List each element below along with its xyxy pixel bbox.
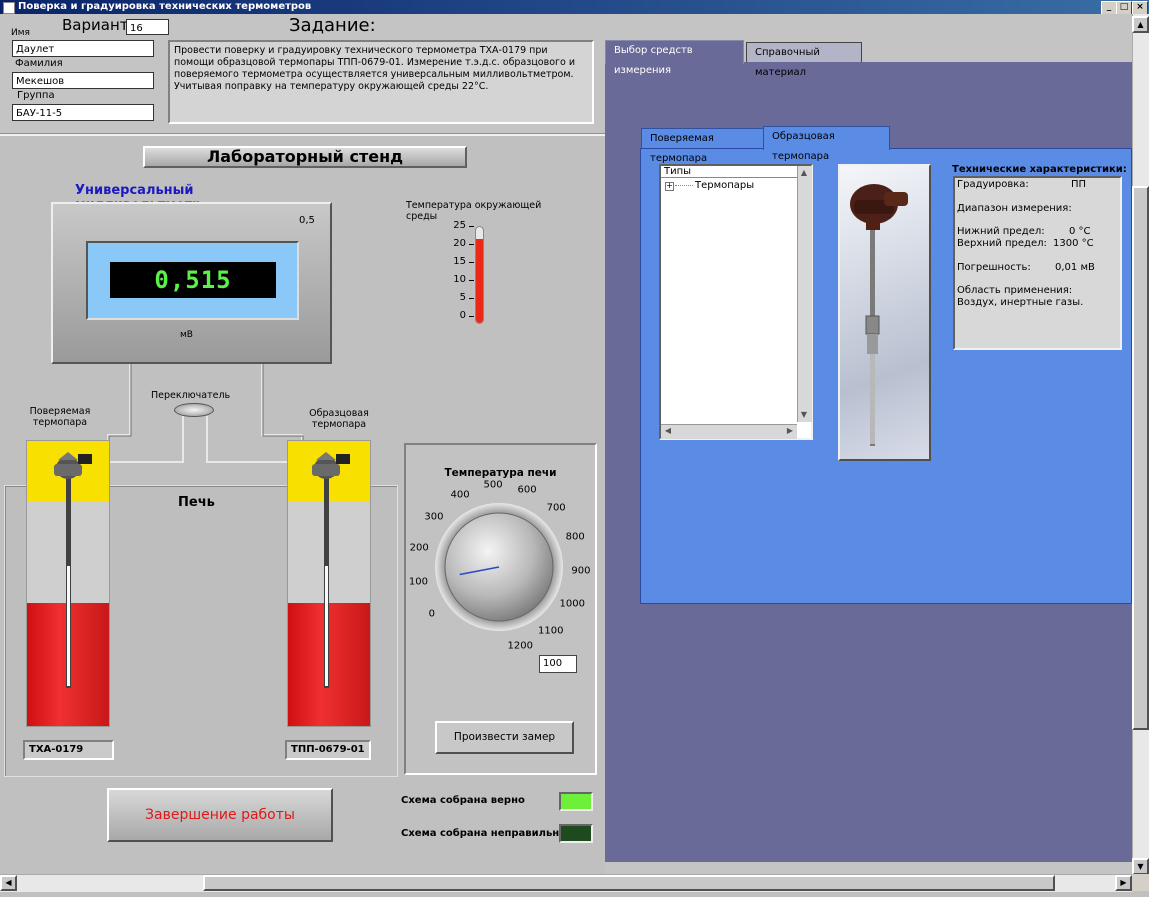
hscroll-left-icon[interactable]: ◀ [0, 875, 17, 891]
variant-label: Вариант [62, 16, 129, 34]
ambient-tick-label: 0 [459, 310, 466, 321]
right-tc-name: ТПП-0679-01 [285, 740, 371, 760]
dial-label: 900 [571, 565, 591, 577]
name-label: Имя [11, 28, 30, 38]
ambient-tick-mark [469, 244, 474, 245]
hscroll-thumb[interactable] [203, 875, 1055, 891]
grad-label: Градуировка: [957, 179, 1029, 190]
range-label: Диапазон измерения: [957, 203, 1072, 214]
group-input[interactable]: БАУ-11-5 [12, 104, 154, 121]
err-label: Схема собрана неправильно [401, 828, 567, 839]
finish-button[interactable]: Завершение работы [107, 788, 333, 842]
error-value: 0,01 мВ [1055, 262, 1095, 273]
ambient-label: Температура окружающей среды [406, 200, 542, 222]
dial-label: 400 [450, 489, 470, 501]
close-button[interactable]: × [1132, 1, 1148, 15]
dial-scale: 0 100 200 300 400 500 600 700 800 900 1000 1100 1200 [0, 0, 591, 652]
ambient-tick-label: 5 [459, 292, 466, 303]
ambient-tick-mark [469, 298, 474, 299]
task-text: Провести поверку и градуировку техническ… [168, 40, 594, 124]
app-icon [3, 2, 15, 14]
dial-label: 200 [409, 542, 429, 554]
dial-label: 600 [517, 484, 537, 496]
error-label: Погрешность: [957, 262, 1031, 273]
right-tc-label: Образцовая термопара [309, 408, 369, 430]
surname-label: Фамилия [15, 58, 63, 69]
ok-label: Схема собрана верно [401, 795, 525, 806]
vscroll-up-icon[interactable]: ▲ [1132, 16, 1149, 33]
tree-vscroll[interactable] [797, 166, 812, 422]
name-input[interactable]: Даулет [12, 40, 154, 57]
divider [0, 133, 605, 136]
tab-reference[interactable]: Справочный материал [746, 42, 862, 78]
vscroll-down-icon[interactable]: ▼ [1132, 858, 1149, 875]
tree-connector [675, 185, 693, 186]
ambient-tick-mark [469, 316, 474, 317]
tree-scroll-right-icon[interactable]: ▶ [783, 424, 797, 438]
switch-label: Переключатель [151, 390, 231, 401]
tree-hscroll[interactable] [661, 424, 797, 439]
ambient-tick-mark [469, 280, 474, 281]
lower-label: Нижний предел: [957, 226, 1045, 237]
upper-label: Верхний предел: [957, 238, 1047, 249]
dial-label: 1200 [507, 640, 533, 652]
ambient-tick-label: 25 [453, 220, 466, 231]
err-indicator [559, 824, 593, 843]
thermocouple-photo-image [850, 184, 908, 446]
subtab-checked-tc[interactable]: Поверяемая термопара [641, 128, 764, 164]
vscroll-thumb[interactable] [1132, 186, 1149, 730]
variant-input[interactable]: 16 [126, 19, 169, 35]
ambient-tick-label: 10 [453, 274, 466, 285]
grad-value: ПП [1071, 179, 1087, 190]
type-tree[interactable] [659, 164, 813, 440]
left-tc-name: ТХА-0179 [23, 740, 114, 760]
area-value: Воздух, инертные газы. [957, 297, 1084, 308]
ambient-tick-label: 20 [453, 238, 466, 249]
maximize-button[interactable]: □ [1116, 1, 1132, 15]
title-bar: Поверка и градуировка технических термом… [0, 0, 1149, 15]
tree-expand-icon[interactable]: + [665, 182, 674, 191]
group-label: Группа [17, 90, 55, 101]
mv-unit: мВ [180, 330, 193, 340]
ambient-tick-mark [469, 226, 474, 227]
upper-value: 1300 °С [1053, 238, 1094, 249]
area-label: Область применения: [957, 285, 1073, 296]
measure-button[interactable]: Произвести замер [435, 721, 574, 754]
scroll-corner [1132, 874, 1149, 891]
furnace-label: Печь [178, 495, 215, 510]
tree-header: Типы [661, 166, 797, 178]
tree-scroll-up-icon[interactable]: ▲ [797, 166, 811, 180]
tab-measuring-tools[interactable]: Выбор средств измерения [605, 40, 744, 76]
minimize-button[interactable]: _ [1101, 1, 1117, 15]
tree-scroll-down-icon[interactable]: ▼ [797, 408, 811, 422]
dial-label: 800 [565, 531, 585, 543]
surname-input[interactable]: Мекешов [12, 72, 154, 89]
furnace-temp-knob[interactable] [433, 501, 565, 633]
right-thermocouple-icon[interactable] [306, 446, 356, 696]
mv-range: 0,5 [299, 215, 315, 226]
ambient-tick-label: 15 [453, 256, 466, 267]
stand-title: Лабораторный стенд [143, 146, 467, 168]
lower-value: 0 °С [1069, 226, 1091, 237]
ambient-scale: 25 20 15 10 5 0 [440, 220, 480, 334]
tree-scroll-left-icon[interactable]: ◀ [661, 424, 675, 438]
ambient-tick-mark [469, 262, 474, 263]
task-title: Задание: [289, 15, 376, 36]
ambient-mercury [476, 238, 483, 323]
ambient-thermometer [475, 226, 484, 324]
window-title: Поверка и градуировка технических термом… [18, 1, 312, 12]
hscroll-right-icon[interactable]: ▶ [1115, 875, 1132, 891]
dial-label: 100 [408, 576, 428, 588]
left-thermocouple-icon[interactable] [48, 446, 98, 696]
left-tc-label: Поверяемая термопара [29, 406, 91, 428]
switch-toggle[interactable] [174, 403, 214, 417]
furnace-temp-title: Температура печи [444, 467, 557, 479]
tree-item-thermocouples[interactable]: Термопары [695, 180, 754, 191]
subtab-reference-tc[interactable]: Образцовая термопара [763, 126, 890, 162]
dial-label: 500 [483, 479, 503, 491]
specs-title: Технические характеристики: [952, 164, 1127, 175]
mv-display: 0,515 [110, 262, 276, 298]
ok-indicator [559, 792, 593, 811]
furnace-temp-input[interactable]: 100 [539, 655, 577, 673]
